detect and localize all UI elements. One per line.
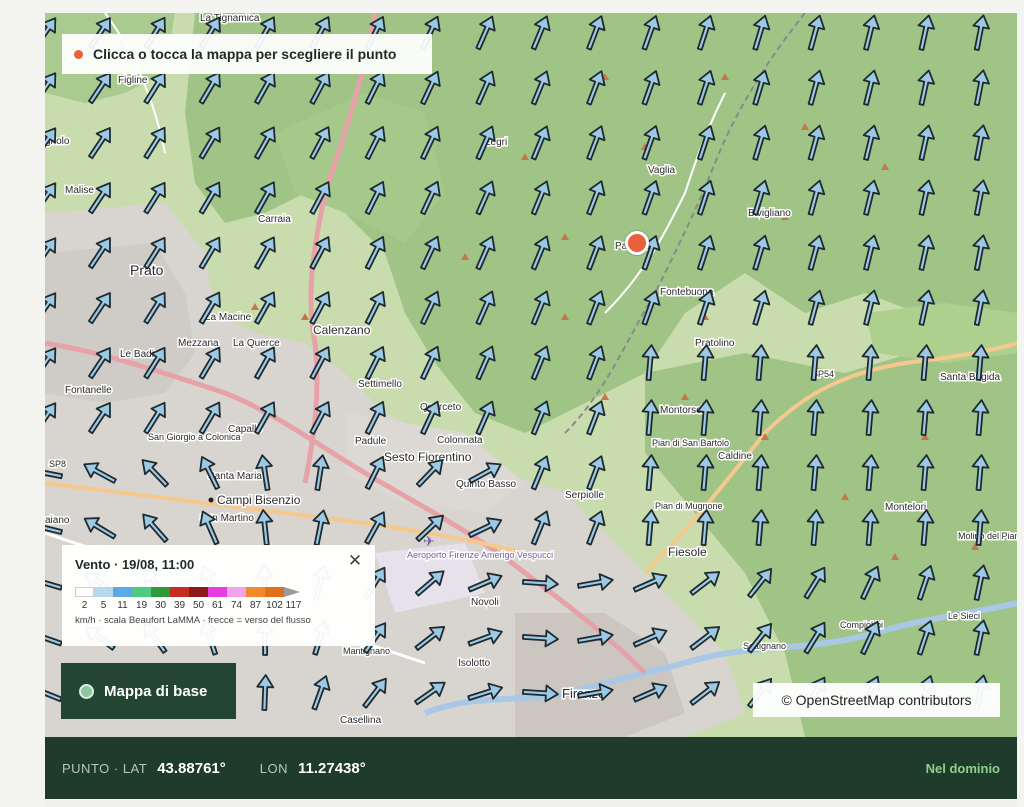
legend-tick-label: 2: [81, 600, 88, 611]
airport-icon: ✈: [423, 533, 435, 549]
legend-tick-label: 19: [135, 600, 148, 611]
legend-tick-label: 30: [154, 600, 167, 611]
lon-label: LON: [259, 760, 288, 776]
place-caldine: Caldine: [718, 451, 752, 462]
legend-tick-label: 87: [249, 600, 262, 611]
place-campi-bisenzio: Campi Bisenzio: [217, 493, 301, 507]
place-mantignano: Mantignano: [343, 646, 390, 656]
legend-close-icon[interactable]: ✕: [345, 551, 365, 571]
place-firenze: Firenze: [562, 686, 605, 701]
place-figline: Figline: [118, 75, 148, 86]
selected-point-marker[interactable]: [625, 231, 649, 255]
bottom-strip: [45, 799, 1017, 807]
legend-swatch: [75, 587, 94, 597]
place-le-sieci: Le Sieci: [948, 611, 980, 621]
lon-value: 11.27438°: [298, 759, 366, 777]
place-sp8: SP8: [49, 459, 66, 469]
place-pian-di-mugnone: Pian di Mugnone: [655, 501, 723, 511]
place-isolotto: Isolotto: [458, 658, 491, 669]
left-gutter: [0, 0, 45, 807]
basemap-radio-icon: [79, 683, 94, 699]
place-settignano: Settignano: [743, 641, 786, 651]
place-gnolo: gnolo: [45, 136, 70, 147]
place-aeroporto: Aeroporto Firenze Amerigo Vespucci: [407, 550, 553, 560]
place-santa-brigida: Santa Brigida: [940, 372, 1000, 383]
attribution-text: © OpenStreetMap contributors: [781, 692, 972, 708]
wind-legend: Vento · 19/08, 11:00 ✕ 2 5 11 19 30 39 50 61 74 8…: [62, 545, 375, 646]
place-pratolino: Pratolino: [695, 338, 735, 349]
map-attribution[interactable]: © OpenStreetMap contributors: [753, 683, 1000, 717]
place-malise: Malise: [65, 185, 94, 196]
legend-tick-label: 11: [117, 600, 128, 611]
legend-title: Vento · 19/08, 11:00: [75, 557, 195, 572]
place-fontanelle: Fontanelle: [65, 385, 112, 396]
place-compiobbi: Compiobbi: [840, 620, 883, 630]
legend-swatch: [208, 587, 227, 597]
legend-unit-text: km/h · scala Beaufort LaMMA · frecce = v…: [75, 615, 311, 626]
legend-swatch: [151, 587, 170, 597]
campi-bisenzio-dot: [208, 497, 214, 503]
place-legri: Legri: [485, 137, 507, 148]
place-vaglia: Vaglia: [648, 165, 675, 176]
legend-swatch: [132, 587, 151, 597]
basemap-button[interactable]: Mappa di base: [61, 663, 236, 719]
legend-swatch: [189, 587, 208, 597]
place-la-querce: La Querce: [233, 338, 280, 349]
coordinates-footer: PUNTO · LAT 43.88761° LON 11.27438° Nel …: [45, 737, 1017, 799]
basemap-button-label: Mappa di base: [104, 682, 208, 700]
hint-dot-icon: [74, 49, 83, 59]
place-santa-maria: Santa Maria: [208, 471, 262, 482]
place-serpiolle: Serpiolle: [565, 490, 604, 501]
place-settimello: Settimello: [358, 379, 402, 390]
domain-status: Nel dominio: [925, 760, 1000, 776]
place-aiano: aiano: [45, 515, 70, 526]
legend-tick-label: 61: [211, 600, 224, 611]
legend-swatch: [94, 587, 113, 597]
legend-tick-label: 102: [266, 600, 283, 611]
place-la-tignamica: La Tignamica: [200, 13, 260, 24]
legend-ticks: 2 5 11 19 30 39 50 61 74 87 102 117: [75, 600, 362, 611]
place-sesto-fiorentino: Sesto Fiorentino: [384, 450, 472, 464]
map-hint: Clicca o tocca la mappa per scegliere il…: [62, 34, 432, 74]
place-querceto: Querceto: [420, 402, 462, 413]
lat-value: 43.88761°: [157, 759, 226, 777]
legend-swatch: [227, 587, 246, 597]
wind-map[interactable]: La Tignamica Figline gnolo Legri Vaglia …: [45, 13, 1017, 737]
legend-swatch: [113, 587, 132, 597]
place-montelori: Montelori: [885, 502, 926, 513]
place-padule: Padule: [355, 436, 387, 447]
place-calenzano: Calenzano: [313, 323, 371, 337]
legend-swatch: [246, 587, 265, 597]
place-fontebuona: Fontebuona: [660, 287, 714, 298]
place-pian-di-san-bartolo: Pian di San Bartolo: [652, 438, 729, 448]
legend-tick-label: 74: [230, 600, 243, 611]
place-montorsoli: Montorsoli: [660, 405, 706, 416]
legend-scale-tip: [284, 587, 300, 597]
legend-tick-label: 39: [173, 600, 186, 611]
legend-tick-label: 5: [100, 600, 107, 611]
place-prato: Prato: [130, 262, 164, 278]
map-hint-text: Clicca o tocca la mappa per scegliere il…: [93, 46, 397, 62]
place-la-macine: La Macine: [205, 312, 252, 323]
place-mezzana: Mezzana: [178, 338, 219, 349]
place-quinto-basso: Quinto Basso: [456, 479, 516, 490]
place-novoli: Novoli: [471, 597, 499, 608]
legend-tick-label: 117: [285, 600, 302, 611]
place-carraia: Carraia: [258, 214, 291, 225]
lat-label: PUNTO · LAT: [62, 760, 148, 776]
legend-tick-label: 50: [192, 600, 205, 611]
place-bivigliano: Bivigliano: [748, 208, 791, 219]
place-le-badie: Le Badie: [120, 349, 160, 360]
place-casellina: Casellina: [340, 715, 382, 726]
place-molino-del-piano: Molino del Piano: [958, 531, 1017, 541]
legend-color-scale: [75, 587, 362, 597]
legend-swatch: [265, 587, 284, 597]
legend-swatch: [170, 587, 189, 597]
place-sp54: SP54: [812, 369, 834, 379]
place-san-giorgio: San Giorgio a Colonica: [148, 432, 241, 442]
place-fiesole: Fiesole: [668, 545, 707, 559]
place-san-martino: San Martino: [200, 513, 254, 524]
place-colonnata: Colonnata: [437, 435, 483, 446]
